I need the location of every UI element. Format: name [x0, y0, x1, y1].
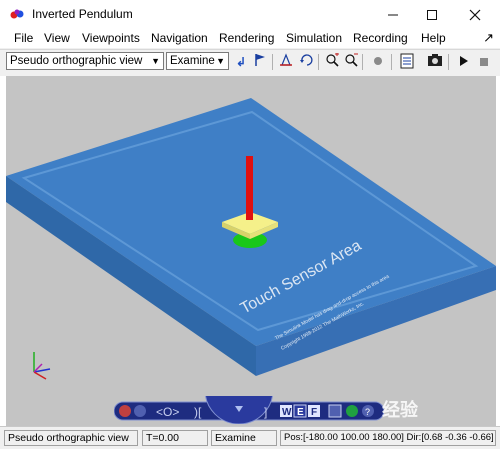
menu-file[interactable]: File	[14, 31, 33, 45]
menu-rendering[interactable]: Rendering	[219, 31, 274, 45]
minimize-panel-icon[interactable]	[134, 405, 146, 417]
stop-icon	[480, 58, 488, 66]
question-icon: ?	[365, 407, 370, 417]
menu-view[interactable]: View	[44, 31, 70, 45]
scene-canvas: Touch Sensor Area The Simulink Model has…	[6, 98, 496, 380]
create-viewpoint-button[interactable]	[251, 53, 269, 71]
examine-mode-icon: E	[297, 407, 304, 418]
walk-mode-icon: W	[282, 407, 292, 418]
zoom-out-icon	[345, 53, 358, 67]
window-title: Inverted Pendulum	[32, 7, 133, 21]
status-position: Pos:[-180.00 100.00 180.00] Dir:[0.68 -0…	[280, 430, 496, 446]
status-bar: Pseudo orthographic view T=0.00 Examine …	[0, 426, 500, 449]
gear-icon[interactable]	[346, 405, 358, 417]
rotate-viewpoint-button[interactable]	[297, 53, 315, 71]
navigation-mode-select-value: Examine	[170, 55, 215, 67]
maximize-button[interactable]	[413, 0, 451, 28]
rotate-left-icon[interactable]: <O>	[156, 405, 179, 419]
application-window: Inverted Pendulum File View Viewpoints N…	[0, 0, 500, 449]
3d-viewport[interactable]: Touch Sensor Area The Simulink Model has…	[6, 76, 496, 426]
return-to-viewpoint-button[interactable]: ↲	[232, 53, 250, 71]
menu-simulation[interactable]: Simulation	[286, 31, 342, 45]
status-mode: Examine	[211, 430, 277, 446]
menu-viewpoints[interactable]: Viewpoints	[82, 31, 140, 45]
axes-gizmo-icon	[33, 352, 51, 380]
fly-mode-icon: F	[311, 407, 317, 418]
minimize-button[interactable]	[374, 0, 412, 28]
navigation-panel: <O> )[ ] W E F ?	[114, 396, 384, 424]
stop-simulation-button[interactable]	[475, 53, 493, 71]
toolbar-separator	[272, 54, 273, 70]
viewpoint-select[interactable]: Pseudo orthographic view ▼	[6, 52, 164, 70]
status-viewpoint: Pseudo orthographic view	[4, 430, 138, 446]
circle-icon	[374, 57, 382, 65]
toolbar-separator	[318, 54, 319, 70]
watermark: 经验	[382, 400, 418, 420]
menu-overflow-arrow-icon[interactable]: ↗	[483, 30, 494, 46]
document-icon	[400, 53, 414, 69]
pan-left-icon[interactable]: )[	[194, 405, 202, 419]
start-simulation-button[interactable]	[455, 53, 473, 71]
pan-right-icon[interactable]: ]	[264, 405, 267, 419]
toolbar-separator	[362, 54, 363, 70]
maximize-icon	[427, 10, 437, 21]
zoom-in-button[interactable]	[323, 52, 341, 71]
navigation-mode-select[interactable]: Examine ▼	[166, 52, 229, 70]
headlight-button[interactable]	[369, 53, 387, 71]
close-panel-icon[interactable]	[119, 405, 131, 417]
minimize-icon	[388, 14, 398, 16]
return-arrow-icon: ↲	[235, 55, 247, 69]
straighten-up-button[interactable]	[277, 53, 295, 71]
status-time: T=0.00	[142, 430, 208, 446]
flag-icon	[255, 54, 265, 66]
title-bar: Inverted Pendulum	[0, 0, 500, 28]
straighten-icon	[280, 53, 292, 66]
block-diagram-button[interactable]	[398, 53, 416, 71]
viewpoint-button[interactable]	[328, 404, 342, 418]
chevron-down-icon: ▼	[151, 56, 160, 66]
viewpoint-select-value: Pseudo orthographic view	[10, 55, 143, 67]
menu-navigation[interactable]: Navigation	[151, 31, 208, 45]
pendulum-rod	[246, 156, 253, 220]
chevron-down-icon: ▼	[216, 56, 225, 66]
close-button[interactable]	[456, 0, 494, 28]
toolbar-separator	[448, 54, 449, 70]
menu-bar: File View Viewpoints Navigation Renderin…	[0, 28, 500, 48]
camera-icon	[428, 54, 442, 66]
app-icon	[10, 9, 24, 19]
rotate-icon	[300, 54, 313, 66]
zoom-in-icon	[326, 52, 339, 67]
toolbar: Pseudo orthographic view ▼ Examine ▼ ↲	[0, 49, 500, 74]
play-icon	[460, 56, 468, 66]
menu-help[interactable]: Help	[421, 31, 446, 45]
capture-frame-button[interactable]	[426, 53, 444, 71]
close-icon	[469, 9, 481, 21]
menu-recording[interactable]: Recording	[353, 31, 408, 45]
toolbar-separator	[391, 54, 392, 70]
zoom-out-button[interactable]	[342, 53, 360, 71]
